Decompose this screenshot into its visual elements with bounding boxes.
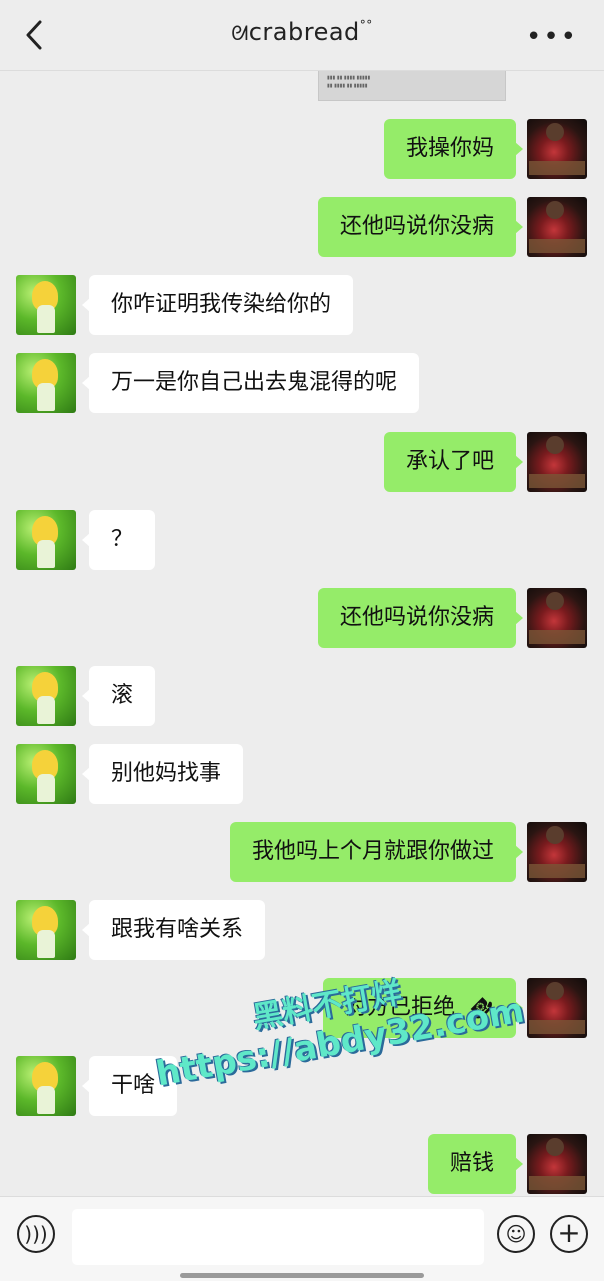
more-dots-icon[interactable]: ••• [526, 22, 578, 52]
message-text: 我操你妈 [405, 136, 494, 161]
outgoing-bubble[interactable]: 承认了吧 [383, 432, 524, 492]
message-text: ？ [111, 527, 134, 552]
message-row: 别他妈找事 [0, 744, 604, 804]
outgoing-bubble[interactable]: 还他吗说你没病 [317, 197, 524, 257]
outgoing-bubble[interactable]: 还他吗说你没病 [317, 588, 524, 648]
my-avatar[interactable] [527, 588, 587, 648]
outgoing-bubble[interactable]: 赔钱 [427, 1134, 524, 1194]
home-indicator [180, 1273, 424, 1278]
outgoing-bubble[interactable]: 我他吗上个月就跟你做过 [229, 822, 524, 882]
photo-text-lines-2: ▮▮ ▮▮▮▮ ▮▮ ▮▮▮▮▮ [327, 83, 368, 89]
message-row: 你咋证明我传染给你的 [0, 275, 604, 335]
message-text: 还他吗说你没病 [339, 214, 494, 239]
contact-avatar[interactable] [16, 510, 76, 570]
outgoing-bubble[interactable]: 我操你妈 [383, 119, 524, 179]
plus-icon[interactable]: + [550, 1215, 588, 1253]
contact-avatar[interactable] [16, 275, 76, 335]
my-avatar[interactable] [527, 1134, 587, 1194]
cropped-photo-message[interactable]: ▮▮▮ ▮▮ ▮▮▮▮ ▮▮▮▮▮ ▮▮ ▮▮▮▮ ▮▮ ▮▮▮▮▮ [318, 71, 506, 101]
call-declined-bubble[interactable]: 对方已拒绝 ☎ [323, 978, 523, 1038]
top-bar: ᘛcrabread°° ••• [0, 0, 604, 71]
message-text: 万一是你自己出去鬼混得的呢 [111, 370, 398, 395]
my-avatar[interactable] [527, 197, 587, 257]
message-row: 跟我有啥关系 [0, 900, 604, 960]
message-text: 对方已拒绝 [345, 995, 456, 1020]
message-text: 赔钱 [449, 1151, 494, 1176]
message-row: 赔钱 [0, 1134, 604, 1194]
input-bar: ))) ☺ + [0, 1196, 604, 1281]
message-text: 还他吗说你没病 [339, 605, 494, 630]
phone-hangup-icon: ☎ [464, 990, 499, 1026]
incoming-bubble[interactable]: 别他妈找事 [81, 744, 244, 804]
my-avatar[interactable] [527, 432, 587, 492]
message-text: 承认了吧 [405, 449, 494, 474]
message-text: 别他妈找事 [111, 761, 222, 786]
message-row: 还他吗说你没病 [0, 588, 604, 648]
chat-area[interactable]: ▮▮▮ ▮▮ ▮▮▮▮ ▮▮▮▮▮ ▮▮ ▮▮▮▮ ▮▮ ▮▮▮▮▮ 我操你妈 … [0, 71, 604, 1195]
my-avatar[interactable] [527, 119, 587, 179]
message-row: ？ [0, 510, 604, 570]
incoming-bubble[interactable]: 滚 [81, 666, 156, 726]
message-text: 干啥 [111, 1073, 156, 1098]
contact-avatar[interactable] [16, 353, 76, 413]
voice-icon[interactable]: ))) [17, 1215, 55, 1253]
chat-title: ᘛcrabread°° [0, 18, 604, 46]
incoming-bubble[interactable]: 干啥 [81, 1056, 178, 1116]
message-text: 跟我有啥关系 [111, 917, 244, 942]
message-row: 我他吗上个月就跟你做过 [0, 822, 604, 882]
title-prefix-icon: ᘛ [231, 21, 249, 45]
incoming-bubble[interactable]: ？ [81, 510, 156, 570]
incoming-bubble[interactable]: 万一是你自己出去鬼混得的呢 [81, 353, 420, 413]
message-row: 万一是你自己出去鬼混得的呢 [0, 353, 604, 413]
message-text: 滚 [111, 683, 134, 708]
contact-avatar[interactable] [16, 1056, 76, 1116]
chat-title-text: crabread [248, 18, 360, 46]
contact-avatar[interactable] [16, 666, 76, 726]
photo-text-lines: ▮▮▮ ▮▮ ▮▮▮▮ ▮▮▮▮▮ [327, 75, 371, 81]
message-text: 你咋证明我传染给你的 [111, 292, 332, 317]
incoming-bubble[interactable]: 你咋证明我传染给你的 [81, 275, 354, 335]
message-input[interactable] [72, 1209, 484, 1265]
message-row: 干啥 [0, 1056, 604, 1116]
message-row: 对方已拒绝 ☎ [0, 978, 604, 1038]
incoming-bubble[interactable]: 跟我有啥关系 [81, 900, 266, 960]
emoji-icon[interactable]: ☺ [497, 1215, 535, 1253]
title-suffix-icon: °° [359, 18, 373, 32]
contact-avatar[interactable] [16, 744, 76, 804]
message-row: 滚 [0, 666, 604, 726]
message-row: 我操你妈 [0, 119, 604, 179]
my-avatar[interactable] [527, 822, 587, 882]
my-avatar[interactable] [527, 978, 587, 1038]
message-text: 我他吗上个月就跟你做过 [251, 839, 494, 864]
message-row: 还他吗说你没病 [0, 197, 604, 257]
message-row: 承认了吧 [0, 432, 604, 492]
contact-avatar[interactable] [16, 900, 76, 960]
